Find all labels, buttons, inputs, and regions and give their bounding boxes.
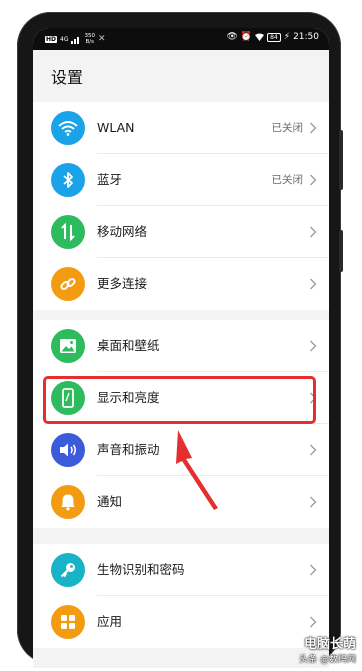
settings-item-label: WLAN [97, 120, 135, 135]
settings-item-bluetooth[interactable]: 蓝牙 已关闭 [33, 154, 329, 206]
eye-comfort-icon: 👁 [226, 32, 238, 42]
volume-button [339, 130, 343, 190]
settings-item-mobile-network[interactable]: 移动网络 [33, 206, 329, 258]
settings-item-wlan[interactable]: WLAN 已关闭 [33, 102, 329, 154]
key-icon [51, 553, 85, 587]
chevron-right-icon [310, 122, 317, 134]
watermark-line1: 电脑长萌 [303, 637, 356, 652]
wifi-icon [51, 111, 85, 145]
watermark: 电脑长萌 头条 @数码网 [299, 633, 356, 665]
settings-item-label: 移动网络 [97, 224, 148, 239]
signal-type: 4G [60, 35, 69, 43]
chevron-right-icon [310, 444, 317, 456]
settings-item-biometrics-password[interactable]: 生物识别和密码 [33, 544, 329, 596]
alarm-icon: ⏰ [240, 32, 253, 42]
settings-item-label: 更多连接 [97, 276, 148, 291]
settings-item-home-wallpaper[interactable]: 桌面和壁纸 [33, 320, 329, 372]
page-title: 设置 [51, 68, 84, 87]
settings-item-label: 应用 [97, 614, 123, 629]
settings-item-label: 生物识别和密码 [97, 562, 185, 577]
settings-group-security: 生物识别和密码 应用 [33, 544, 329, 648]
battery-indicator: 84 [267, 32, 281, 42]
chevron-right-icon [310, 340, 317, 352]
status-right: 👁 ⏰ 84 ⚡ 21:50 [226, 32, 319, 42]
chevron-right-icon [310, 174, 317, 186]
settings-item-value: 已关闭 [271, 174, 304, 186]
hd-badge: HD [45, 35, 58, 43]
notification-x-icon: ✕ [97, 34, 106, 44]
chevron-right-icon [310, 226, 317, 238]
settings-item-more-connections[interactable]: 更多连接 [33, 258, 329, 310]
status-left: HD 4G 350 B/s ✕ [45, 33, 106, 45]
settings-item-label: 桌面和壁纸 [97, 338, 160, 353]
status-bar: HD 4G 350 B/s ✕ 👁 ⏰ 84 ⚡ 21:50 [33, 28, 329, 50]
wallpaper-icon [51, 329, 85, 363]
clock-time: 21:50 [293, 32, 319, 42]
net-speed-unit: B/s [85, 39, 94, 45]
chevron-right-icon [310, 616, 317, 628]
chevron-right-icon [310, 564, 317, 576]
settings-item-label: 通知 [97, 494, 123, 509]
settings-item-label: 声音和振动 [97, 442, 160, 457]
wifi-off-icon [255, 33, 265, 41]
settings-item-apps[interactable]: 应用 [33, 596, 329, 648]
watermark-line2: 头条 @数码网 [299, 655, 356, 665]
link-icon [51, 267, 85, 301]
settings-item-value: 已关闭 [271, 122, 304, 134]
net-speed: 350 B/s [84, 33, 95, 45]
mobile-data-icon [51, 215, 85, 249]
apps-icon [51, 605, 85, 639]
chevron-right-icon [310, 278, 317, 290]
signal-icon [71, 36, 80, 44]
chevron-right-icon [310, 496, 317, 508]
settings-item-label: 蓝牙 [97, 172, 123, 187]
power-button [339, 230, 343, 272]
bluetooth-icon [51, 163, 85, 197]
lightning-icon: ⚡ [283, 32, 291, 42]
settings-group-connections: WLAN 已关闭 蓝牙 已关闭 移动网络 更多连接 [33, 102, 329, 310]
sound-icon [51, 433, 85, 467]
bell-icon [51, 485, 85, 519]
screen: HD 4G 350 B/s ✕ 👁 ⏰ 84 ⚡ 21:50 设置 WLAN 已… [33, 28, 329, 668]
highlight-box [43, 376, 316, 424]
red-arrow-annotation [176, 430, 218, 510]
